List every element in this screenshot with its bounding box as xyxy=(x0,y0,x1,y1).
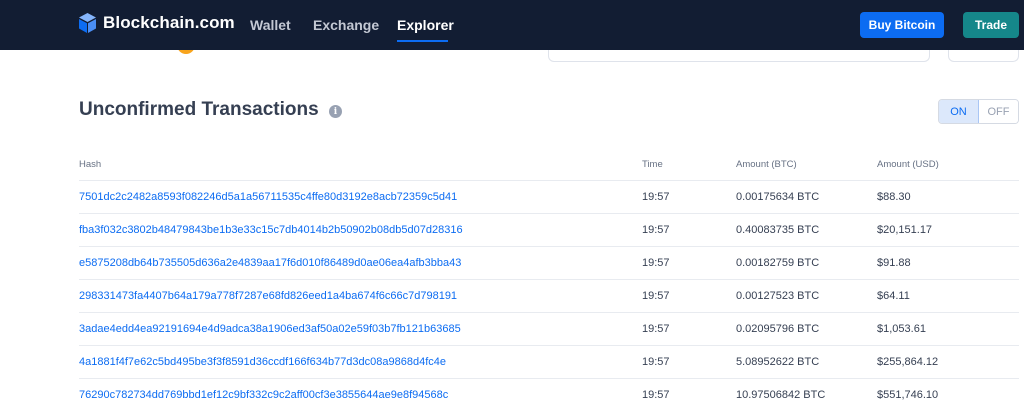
top-navigation: Blockchain.com Wallet Exchange Explorer … xyxy=(0,0,1024,50)
table-row: 3adae4edd4ea92191694e4d9adca38a1906ed3af… xyxy=(79,312,1019,345)
transaction-hash-link[interactable]: 7501dc2c2482a8593f082246d5a1a56711535c4f… xyxy=(79,191,457,203)
transaction-time: 19:57 xyxy=(642,290,670,302)
transaction-hash-link[interactable]: 76290c782734dd769bbd1ef12c9bf332c9c2aff0… xyxy=(79,389,448,401)
brand-name: Blockchain.com xyxy=(103,13,235,32)
transaction-amount-usd: $64.11 xyxy=(877,290,910,302)
table-row: 76290c782734dd769bbd1ef12c9bf332c9c2aff0… xyxy=(79,378,1019,411)
transaction-hash-link[interactable]: 4a1881f4f7e62c5bd495be3f3f8591d36ccdf166… xyxy=(79,356,446,368)
transaction-amount-usd: $255,864.12 xyxy=(877,356,939,368)
transaction-amount-btc: 0.40083735 BTC xyxy=(736,224,820,236)
transaction-hash-link[interactable]: 298331473fa4407b64a179a778f7287e68fd826e… xyxy=(79,290,457,302)
brand-logo[interactable]: Blockchain.com xyxy=(79,13,235,33)
trade-button[interactable]: Trade xyxy=(963,12,1019,38)
toggle-on-option[interactable]: ON xyxy=(939,100,979,123)
toggle-off-option[interactable]: OFF xyxy=(979,100,1018,123)
transaction-time: 19:57 xyxy=(642,389,670,401)
column-header-amount-usd: Amount (USD) xyxy=(877,159,939,170)
transaction-hash-link[interactable]: 3adae4edd4ea92191694e4d9adca38a1906ed3af… xyxy=(79,323,461,335)
table-row: e5875208db64b735505d636a2e4839aa17f6d010… xyxy=(79,246,1019,279)
live-update-toggle[interactable]: ON OFF xyxy=(938,99,1019,124)
transaction-time: 19:57 xyxy=(642,191,670,203)
table-row: fba3f032c3802b48479843be1b3e33c15c7db401… xyxy=(79,213,1019,246)
transaction-amount-usd: $91.88 xyxy=(877,257,911,269)
transaction-amount-btc: 10.97506842 BTC xyxy=(736,389,826,401)
transaction-time: 19:57 xyxy=(642,356,670,368)
transaction-amount-btc: 0.02095796 BTC xyxy=(736,323,820,335)
table-row: 4a1881f4f7e62c5bd495be3f3f8591d36ccdf166… xyxy=(79,345,1019,378)
transaction-amount-usd: $88.30 xyxy=(877,191,911,203)
transaction-amount-btc: 0.00127523 BTC xyxy=(736,290,820,302)
nav-link-explorer[interactable]: Explorer xyxy=(397,17,454,33)
nav-link-exchange[interactable]: Exchange xyxy=(313,17,379,33)
transaction-amount-btc: 5.08952622 BTC xyxy=(736,356,820,368)
transaction-amount-btc: 0.00175634 BTC xyxy=(736,191,820,203)
info-icon[interactable]: i xyxy=(329,105,342,118)
table-row: 298331473fa4407b64a179a778f7287e68fd826e… xyxy=(79,279,1019,312)
transaction-amount-usd: $551,746.10 xyxy=(877,389,939,401)
transaction-time: 19:57 xyxy=(642,323,670,335)
column-header-hash: Hash xyxy=(79,159,102,170)
transaction-amount-usd: $20,151.17 xyxy=(877,224,933,236)
transaction-hash-link[interactable]: fba3f032c3802b48479843be1b3e33c15c7db401… xyxy=(79,224,463,236)
blockchain-logo-icon xyxy=(79,13,96,33)
nav-link-wallet[interactable]: Wallet xyxy=(250,17,291,33)
transaction-amount-usd: $1,053.61 xyxy=(877,323,926,335)
transaction-time: 19:57 xyxy=(642,224,670,236)
transaction-hash-link[interactable]: e5875208db64b735505d636a2e4839aa17f6d010… xyxy=(79,257,461,269)
transaction-time: 19:57 xyxy=(642,257,670,269)
transaction-amount-btc: 0.00182759 BTC xyxy=(736,257,820,269)
page-title: Unconfirmed Transactions xyxy=(79,99,319,120)
column-header-amount-btc: Amount (BTC) xyxy=(736,159,797,170)
column-header-time: Time xyxy=(642,159,663,170)
buy-bitcoin-button[interactable]: Buy Bitcoin xyxy=(860,12,944,38)
active-nav-indicator xyxy=(397,40,448,42)
table-row: 7501dc2c2482a8593f082246d5a1a56711535c4f… xyxy=(79,180,1019,213)
